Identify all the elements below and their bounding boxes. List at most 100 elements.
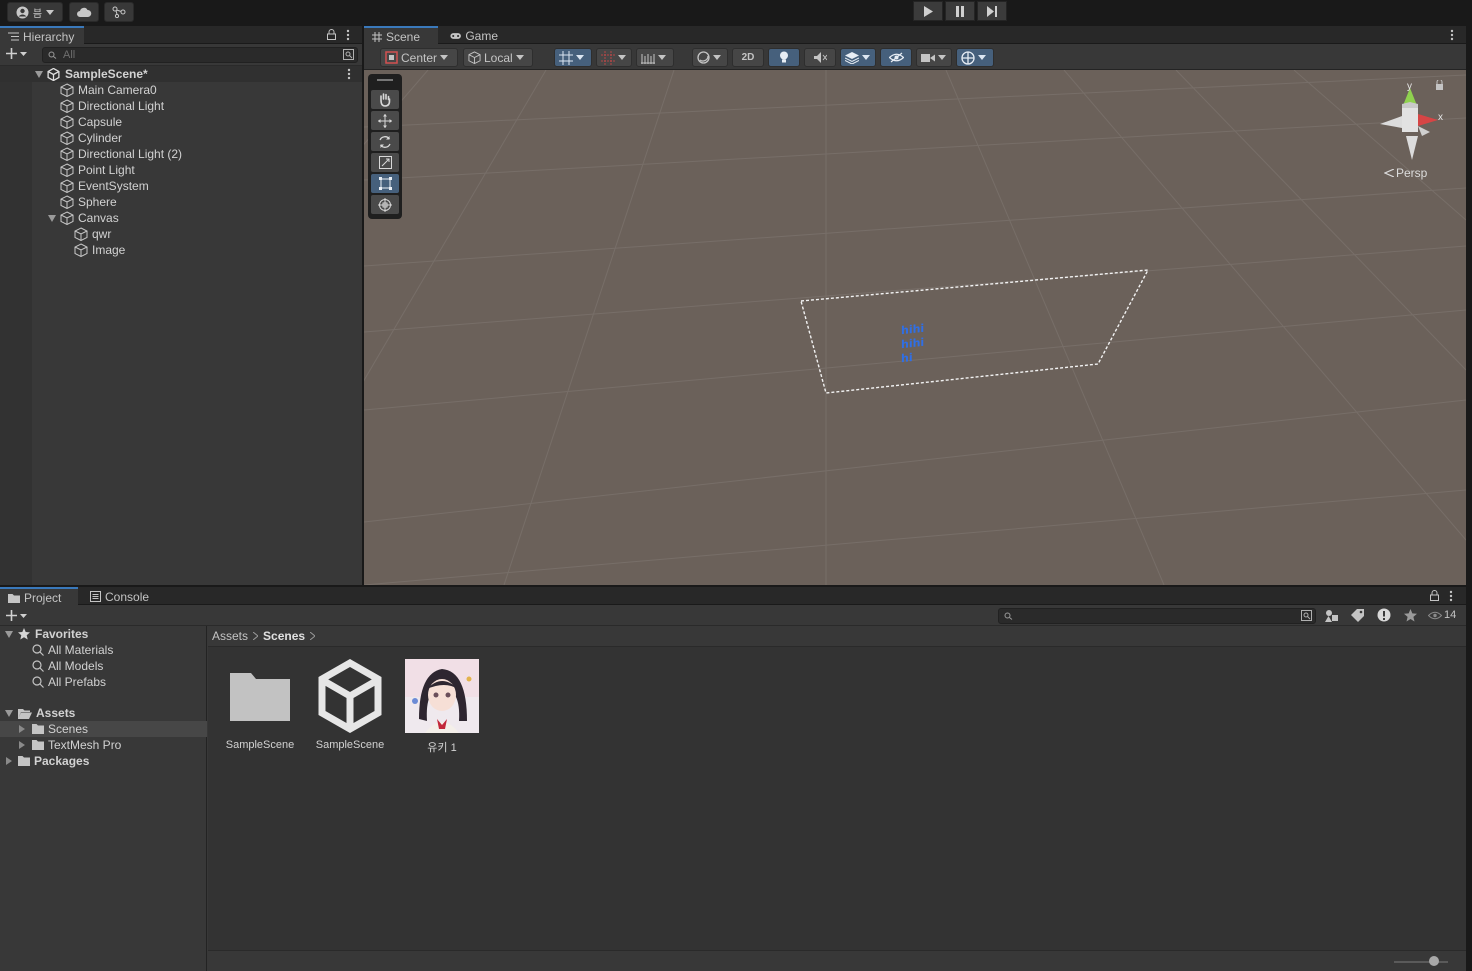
more-menu-icon[interactable] xyxy=(1449,590,1453,602)
account-icon xyxy=(16,6,29,18)
collab-button[interactable] xyxy=(104,2,134,22)
tab-scene-label: Scene xyxy=(386,29,421,44)
favorite-item[interactable]: All Models xyxy=(0,658,207,674)
hierarchy-item[interactable]: Cylinder xyxy=(0,130,362,146)
hierarchy-search-input[interactable]: All xyxy=(42,47,358,63)
hierarchy-item[interactable]: Directional Light (2) xyxy=(0,146,362,162)
plus-icon xyxy=(6,610,17,621)
tab-project[interactable]: Project xyxy=(0,587,78,606)
transform-tool-button[interactable] xyxy=(371,195,399,214)
packages-row[interactable]: Packages xyxy=(0,753,207,769)
icon-size-slider-track[interactable] xyxy=(1394,961,1448,963)
expand-arrow-icon[interactable] xyxy=(5,709,13,717)
audio-toggle[interactable] xyxy=(804,48,836,67)
asset-tile[interactable]: SampleScene xyxy=(305,659,395,751)
canvas-text: hihi hihi hi xyxy=(901,322,924,366)
tab-scene[interactable]: Scene xyxy=(364,26,438,45)
asset-tile[interactable]: SampleScene xyxy=(215,659,305,751)
visibility-toggle[interactable] xyxy=(880,48,912,67)
snap-settings-button[interactable] xyxy=(636,48,674,67)
collab-icon xyxy=(112,6,126,18)
lock-icon[interactable] xyxy=(327,29,336,40)
create-asset-button[interactable] xyxy=(6,610,27,621)
hierarchy-item[interactable]: Image xyxy=(0,242,362,258)
grid-toggle[interactable] xyxy=(554,48,592,67)
collapsed-arrow-icon[interactable] xyxy=(6,757,12,765)
scene-menu-icon[interactable] xyxy=(347,68,351,80)
assets-root-label: Assets xyxy=(36,706,76,720)
more-menu-icon[interactable] xyxy=(1450,29,1454,41)
cloud-button[interactable] xyxy=(69,2,99,22)
snap-toggle[interactable] xyxy=(596,48,632,67)
hierarchy-item[interactable]: Canvas xyxy=(0,210,362,226)
rotate-tool-button[interactable] xyxy=(371,132,399,151)
tab-console[interactable]: Console xyxy=(82,587,160,606)
mode-2d-button[interactable]: 2D xyxy=(732,48,764,67)
expand-arrow-icon[interactable] xyxy=(35,70,43,78)
account-label: 븜 xyxy=(32,8,43,20)
expand-arrow-icon[interactable] xyxy=(5,630,13,638)
warning-filter-icon[interactable] xyxy=(1377,608,1391,622)
pause-button[interactable] xyxy=(945,1,975,21)
camera-settings-button[interactable] xyxy=(916,48,952,67)
step-button[interactable] xyxy=(977,1,1007,21)
account-button[interactable]: 븜 xyxy=(7,2,63,22)
window-edge xyxy=(1466,26,1472,971)
search-icon xyxy=(32,660,44,672)
scene-row[interactable]: SampleScene* xyxy=(0,66,362,82)
projection-toggle[interactable]: Persp xyxy=(1384,166,1427,180)
star-icon[interactable] xyxy=(1404,609,1417,622)
filter-label-icon[interactable] xyxy=(1351,609,1364,622)
favorite-item[interactable]: All Materials xyxy=(0,642,207,658)
hierarchy-item[interactable]: EventSystem xyxy=(0,178,362,194)
hierarchy-item[interactable]: qwr xyxy=(0,226,362,242)
hierarchy-item[interactable]: Capsule xyxy=(0,114,362,130)
canvas-text-line: hihi xyxy=(901,335,925,352)
rect-tool-button[interactable] xyxy=(371,174,399,193)
search-in-scene-icon[interactable] xyxy=(1301,610,1312,621)
favorites-row[interactable]: Favorites xyxy=(0,626,207,642)
hierarchy-item-label: Point Light xyxy=(78,163,135,177)
gizmos-toggle[interactable] xyxy=(956,48,994,67)
hierarchy-item[interactable]: Sphere xyxy=(0,194,362,210)
tool-strip xyxy=(368,74,402,219)
filter-type-icon[interactable] xyxy=(1325,609,1339,622)
pivot-toggle[interactable]: Center xyxy=(380,48,458,67)
project-search-input[interactable] xyxy=(998,608,1316,624)
asset-tile[interactable]: 유키 1 xyxy=(397,659,487,755)
play-button[interactable] xyxy=(913,1,943,21)
assets-root-row[interactable]: Assets xyxy=(0,705,207,721)
collapsed-arrow-icon[interactable] xyxy=(19,725,25,733)
tab-hierarchy[interactable]: Hierarchy xyxy=(0,26,84,45)
gameobject-cube-icon xyxy=(74,227,88,241)
drag-handle[interactable] xyxy=(377,79,393,81)
folder-row-textmesh[interactable]: TextMesh Pro xyxy=(0,737,207,753)
hierarchy-item[interactable]: Main Camera0 xyxy=(0,82,362,98)
search-scene-icon[interactable] xyxy=(343,49,354,60)
create-button[interactable] xyxy=(6,48,27,59)
hierarchy-item[interactable]: Directional Light xyxy=(0,98,362,114)
scene-viewport[interactable]: hihi hihi hi y x Persp xyxy=(364,70,1466,585)
tab-game[interactable]: Game xyxy=(442,26,506,45)
scale-tool-button[interactable] xyxy=(371,153,399,172)
favorite-item[interactable]: All Prefabs xyxy=(0,674,207,690)
shading-mode-button[interactable] xyxy=(692,48,728,67)
lighting-toggle[interactable] xyxy=(768,48,800,67)
orientation-gizmo[interactable] xyxy=(1372,80,1464,180)
lock-icon[interactable] xyxy=(1430,590,1439,601)
hand-tool-button[interactable] xyxy=(371,90,399,109)
effects-toggle[interactable] xyxy=(840,48,876,67)
breadcrumb-item[interactable]: Scenes xyxy=(263,629,305,643)
scene-header: Scene Game xyxy=(364,26,1466,45)
icon-size-slider-thumb[interactable] xyxy=(1429,956,1439,966)
collapsed-arrow-icon[interactable] xyxy=(19,741,25,749)
hierarchy-item[interactable]: Point Light xyxy=(0,162,362,178)
more-menu-icon[interactable] xyxy=(346,29,350,41)
hidden-packages-toggle[interactable]: 14 xyxy=(1428,609,1456,621)
folder-label: TextMesh Pro xyxy=(48,738,122,752)
move-tool-button[interactable] xyxy=(371,111,399,130)
breadcrumb-item[interactable]: Assets xyxy=(212,629,248,643)
expand-arrow-icon[interactable] xyxy=(48,214,56,222)
space-toggle[interactable]: Local xyxy=(463,48,533,67)
folder-row-scenes[interactable]: Scenes xyxy=(0,721,207,737)
